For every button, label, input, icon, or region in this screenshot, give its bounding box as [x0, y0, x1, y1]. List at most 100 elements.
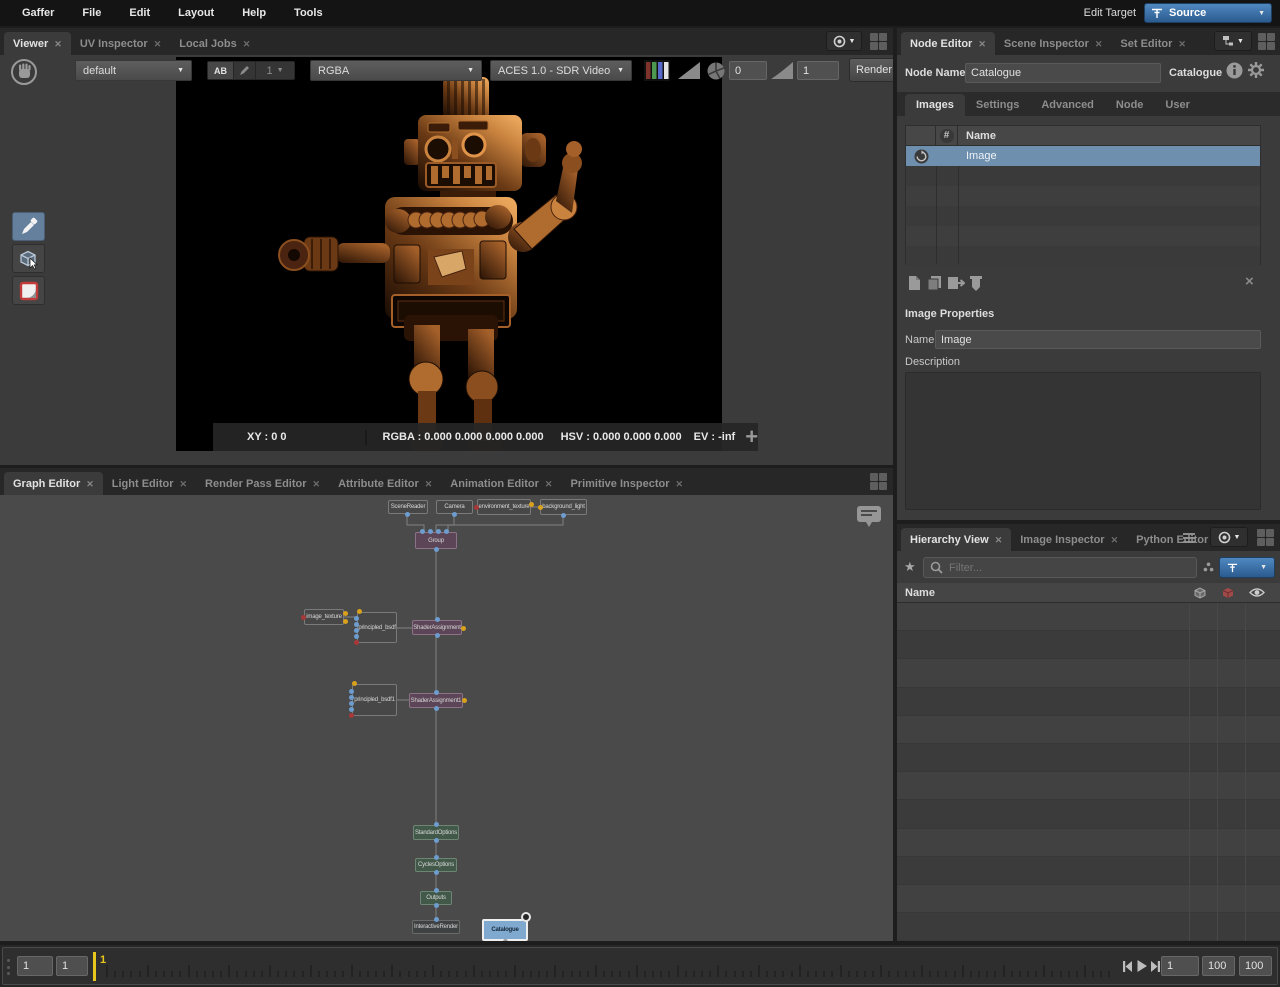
- graph-node-catalogue[interactable]: Catalogue: [482, 919, 528, 941]
- hierarchy-empty-row[interactable]: [897, 857, 1280, 885]
- timeline-start-frame-input[interactable]: [17, 956, 53, 976]
- layout-grid-icon[interactable]: [1256, 528, 1275, 547]
- compare-image-selector[interactable]: 1 ▼: [256, 62, 294, 79]
- viewer-view-dropdown[interactable]: default ▼: [75, 60, 192, 81]
- status-expand-plus-icon[interactable]: +: [745, 428, 758, 446]
- tab-local-jobs[interactable]: Local Jobs✕: [170, 32, 259, 55]
- index-column-header[interactable]: #: [936, 126, 958, 145]
- timeline-grip-handle[interactable]: [7, 959, 10, 975]
- exposure-input[interactable]: [729, 61, 767, 80]
- tab-scene-inspector[interactable]: Scene Inspector✕: [995, 32, 1112, 55]
- node-port-blue[interactable]: [405, 512, 410, 517]
- node-port-blue[interactable]: [434, 706, 439, 711]
- color-picker-tool-button[interactable]: [12, 212, 45, 241]
- ab-compare-button[interactable]: AB: [208, 62, 234, 79]
- node-port-blue[interactable]: [428, 529, 433, 534]
- graph-canvas[interactable]: SceneReaderCameraenvironment_textureback…: [0, 495, 893, 941]
- node-port-blue[interactable]: [349, 689, 354, 694]
- node-port-orange[interactable]: [352, 681, 357, 686]
- tab-close-icon[interactable]: ✕: [313, 479, 321, 489]
- node-port-blue[interactable]: [435, 617, 440, 622]
- hierarchy-empty-row[interactable]: [897, 913, 1280, 941]
- tab-light-editor[interactable]: Light Editor✕: [103, 472, 196, 495]
- tab-animation-editor[interactable]: Animation Editor✕: [441, 472, 561, 495]
- hierarchy-empty-row[interactable]: [897, 800, 1280, 828]
- node-port-blue[interactable]: [434, 838, 439, 843]
- tab-primitive-inspector[interactable]: Primitive Inspector✕: [561, 472, 692, 495]
- subtab-user[interactable]: User: [1154, 94, 1200, 116]
- timeline-frame-input[interactable]: [1161, 956, 1199, 976]
- tab-close-icon[interactable]: ✕: [86, 479, 94, 489]
- timeline-end-frame-input[interactable]: [1202, 956, 1235, 976]
- remove-image-icon[interactable]: ×: [1245, 273, 1254, 290]
- exposure-triangle-icon[interactable]: [678, 62, 700, 79]
- tab-image-inspector[interactable]: Image Inspector✕: [1011, 528, 1127, 551]
- gamma-curve-icon[interactable]: [771, 62, 793, 79]
- node-port-blue[interactable]: [354, 622, 359, 627]
- node-port-blue[interactable]: [452, 512, 457, 517]
- menu-item-layout[interactable]: Layout: [164, 7, 228, 19]
- viewer-rendered-image[interactable]: [176, 57, 722, 451]
- hierarchy-empty-row[interactable]: [897, 688, 1280, 716]
- tab-set-editor[interactable]: Set Editor✕: [1111, 32, 1195, 55]
- duplicate-image-icon[interactable]: [927, 275, 943, 291]
- graph-node-image-texture[interactable]: image_texture: [304, 609, 344, 625]
- timeline-end-limit-input[interactable]: [1239, 956, 1272, 976]
- image-description-textarea[interactable]: [905, 372, 1261, 510]
- hierarchy-empty-row[interactable]: [897, 772, 1280, 800]
- hierarchy-mode-button[interactable]: ▼: [1210, 527, 1248, 547]
- bounds-cube-icon[interactable]: [1221, 586, 1235, 600]
- skip-to-end-icon[interactable]: [1150, 960, 1161, 973]
- timeline-current-frame-input[interactable]: [56, 956, 88, 976]
- info-icon[interactable]: [1226, 62, 1243, 79]
- subtab-advanced[interactable]: Advanced: [1030, 94, 1105, 116]
- channel-bars-icon[interactable]: [644, 60, 670, 81]
- node-port-blue[interactable]: [434, 855, 439, 860]
- graph-node-interactiverender[interactable]: InteractiveRender: [412, 920, 460, 934]
- hierarchy-empty-row[interactable]: [897, 885, 1280, 913]
- node-port-orange[interactable]: [538, 505, 543, 510]
- hierarchy-empty-row[interactable]: [897, 829, 1280, 857]
- filter-input[interactable]: [949, 562, 1169, 574]
- node-port-orange[interactable]: [343, 611, 348, 616]
- skip-to-start-icon[interactable]: [1122, 960, 1133, 973]
- graph-node-environment-texture[interactable]: environment_texture: [477, 499, 531, 515]
- hierarchy-empty-row[interactable]: [897, 631, 1280, 659]
- play-icon[interactable]: [1136, 959, 1148, 973]
- menu-item-tools[interactable]: Tools: [280, 7, 337, 19]
- viewer-display-transform-dropdown[interactable]: ACES 1.0 - SDR Video ▼: [490, 60, 632, 81]
- hierarchy-empty-row[interactable]: [897, 716, 1280, 744]
- layout-grid-icon[interactable]: [869, 32, 888, 51]
- render-button[interactable]: Render: [849, 58, 893, 82]
- node-port-blue[interactable]: [434, 547, 439, 552]
- tab-close-icon[interactable]: ✕: [1111, 535, 1119, 545]
- export-image-icon[interactable]: [947, 275, 965, 291]
- tab-attribute-editor[interactable]: Attribute Editor✕: [329, 472, 441, 495]
- node-port-blue[interactable]: [434, 917, 439, 922]
- annotation-bubble-icon[interactable]: [856, 505, 882, 529]
- tab-close-icon[interactable]: ✕: [243, 39, 251, 49]
- layout-grid-icon[interactable]: [1257, 32, 1276, 51]
- node-port-blue[interactable]: [434, 888, 439, 893]
- extract-image-icon[interactable]: [969, 275, 983, 292]
- node-port-blue[interactable]: [354, 634, 359, 639]
- subtab-settings[interactable]: Settings: [965, 94, 1030, 116]
- node-port-blue[interactable]: [434, 903, 439, 908]
- tab-close-icon[interactable]: ✕: [1178, 39, 1186, 49]
- tab-close-icon[interactable]: ✕: [154, 39, 162, 49]
- menu-item-gaffer[interactable]: Gaffer: [8, 7, 68, 19]
- node-port-blue[interactable]: [434, 690, 439, 695]
- tab-render-pass-editor[interactable]: Render Pass Editor✕: [196, 472, 329, 495]
- node-port-blue[interactable]: [354, 628, 359, 633]
- node-port-red[interactable]: [301, 615, 306, 620]
- node-port-orange[interactable]: [357, 609, 362, 614]
- viewer-display-mode-button[interactable]: ▼: [826, 31, 862, 51]
- menu-item-edit[interactable]: Edit: [115, 7, 164, 19]
- node-port-blue[interactable]: [349, 701, 354, 706]
- node-port-blue[interactable]: [420, 529, 425, 534]
- tab-uv-inspector[interactable]: UV Inspector✕: [71, 32, 170, 55]
- node-port-blue[interactable]: [354, 616, 359, 621]
- tab-close-icon[interactable]: ✕: [54, 39, 62, 49]
- tab-close-icon[interactable]: ✕: [180, 479, 188, 489]
- tab-close-icon[interactable]: ✕: [676, 479, 684, 489]
